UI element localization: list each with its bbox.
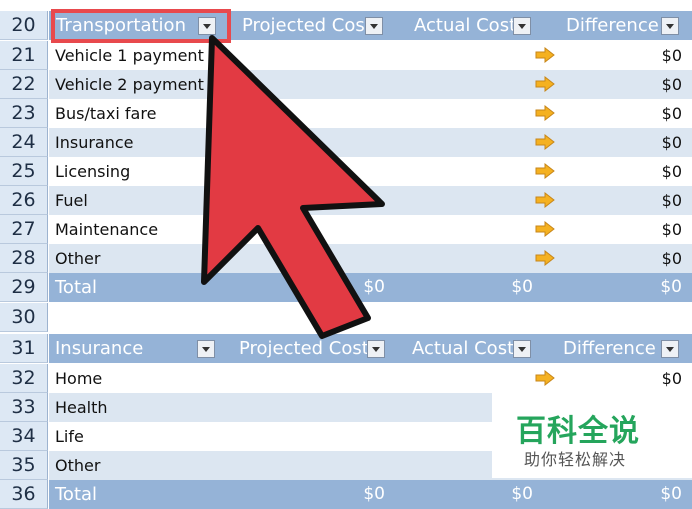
watermark: 百科全说 助你轻松解决 [492,388,692,478]
watermark-subtitle: 助你轻松解决 [524,450,627,469]
watermark-title: 百科全说 [516,414,640,449]
